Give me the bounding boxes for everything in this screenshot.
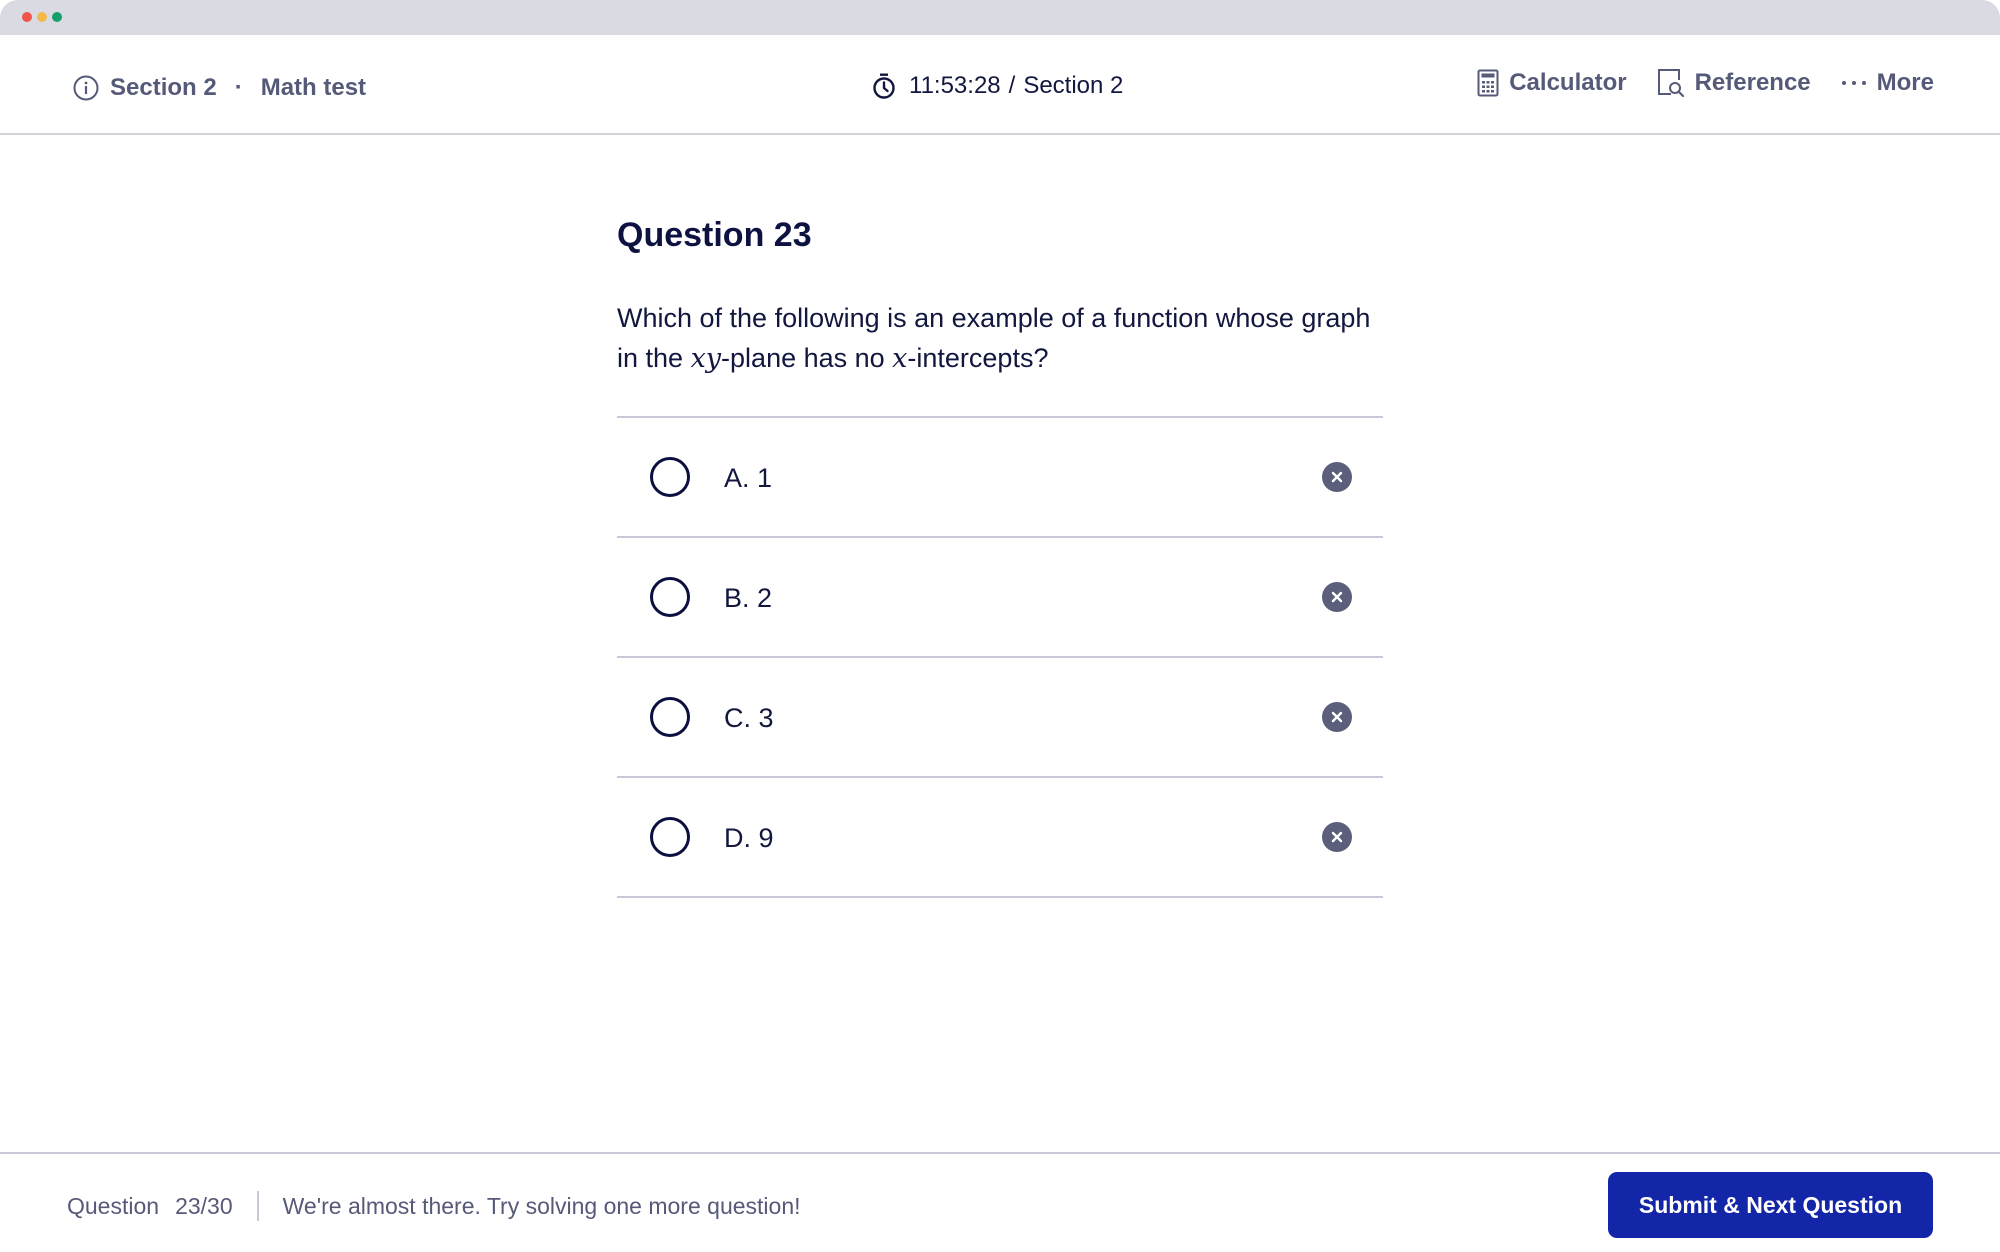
eliminate-option-button[interactable] bbox=[1322, 462, 1352, 492]
eliminate-option-button[interactable] bbox=[1322, 702, 1352, 732]
stopwatch-icon bbox=[873, 73, 895, 99]
reference-button[interactable]: Reference bbox=[1657, 68, 1811, 98]
test-name: Math test bbox=[260, 74, 367, 101]
info-icon[interactable] bbox=[72, 74, 100, 102]
answer-option-b[interactable]: B. 2 bbox=[617, 538, 1383, 658]
app-window: Section 2 · Math test 11:53:28 / Section… bbox=[0, 0, 2000, 1252]
close-icon bbox=[1331, 471, 1343, 483]
test-header: Section 2 · Math test 11:53:28 / Section… bbox=[0, 35, 2000, 135]
math-xy: xy bbox=[690, 343, 722, 374]
radio-button[interactable] bbox=[650, 457, 690, 497]
option-label: A. 1 bbox=[724, 463, 773, 493]
timer-display: 11:53:28 / Section 2 bbox=[871, 71, 1123, 101]
timer-value: 11:53:28 bbox=[909, 72, 1001, 99]
close-icon bbox=[1331, 831, 1343, 843]
option-label: C. 3 bbox=[724, 703, 774, 733]
close-icon bbox=[1331, 711, 1343, 723]
submit-next-button[interactable]: Submit & Next Question bbox=[1608, 1172, 1933, 1238]
more-label: More bbox=[1876, 69, 1934, 96]
maximize-window-button[interactable] bbox=[52, 12, 62, 22]
eliminate-option-button[interactable] bbox=[1322, 822, 1352, 852]
question-text-part3: -intercepts? bbox=[907, 343, 1049, 373]
footer-bar: Question 23/30 We're almost there. Try s… bbox=[0, 1152, 2000, 1252]
eliminate-option-button[interactable] bbox=[1322, 582, 1352, 612]
title-bar bbox=[0, 0, 2000, 35]
option-label: D. 9 bbox=[724, 823, 774, 853]
answer-option-c[interactable]: C. 3 bbox=[617, 658, 1383, 778]
toolbar: Calculator Reference More bbox=[1477, 68, 1934, 98]
radio-button[interactable] bbox=[650, 697, 690, 737]
encouragement-message: We're almost there. Try solving one more… bbox=[282, 1192, 801, 1219]
close-window-button[interactable] bbox=[22, 12, 32, 22]
radio-button[interactable] bbox=[650, 817, 690, 857]
separator-dot: · bbox=[234, 74, 243, 101]
section-label: Section 2 bbox=[110, 74, 217, 101]
section-info: Section 2 · Math test bbox=[72, 73, 366, 103]
reference-label: Reference bbox=[1694, 69, 1811, 96]
calculator-button[interactable]: Calculator bbox=[1477, 69, 1627, 97]
math-x: x bbox=[892, 343, 908, 374]
reference-icon bbox=[1657, 69, 1684, 98]
answer-option-d[interactable]: D. 9 bbox=[617, 778, 1383, 898]
more-dots-icon bbox=[1841, 81, 1866, 85]
answer-options: A. 1 B. 2 C. 3 D. 9 bbox=[617, 416, 1383, 898]
question-text: Which of the following is an example of … bbox=[617, 298, 1383, 379]
answer-option-a[interactable]: A. 1 bbox=[617, 418, 1383, 538]
close-icon bbox=[1331, 591, 1343, 603]
question-label: Question bbox=[67, 1192, 160, 1219]
timer-separator: / bbox=[1008, 72, 1016, 99]
progress-info: Question 23/30 We're almost there. Try s… bbox=[67, 1190, 801, 1222]
calculator-label: Calculator bbox=[1509, 69, 1627, 96]
question-text-part2: -plane has no bbox=[721, 343, 893, 373]
minimize-window-button[interactable] bbox=[37, 12, 47, 22]
timer-section: Section 2 bbox=[1023, 72, 1124, 99]
calculator-icon bbox=[1477, 69, 1499, 97]
question-title: Question 23 bbox=[617, 216, 812, 254]
more-button[interactable]: More bbox=[1841, 69, 1934, 97]
option-label: B. 2 bbox=[724, 583, 773, 613]
radio-button[interactable] bbox=[650, 577, 690, 617]
footer-divider bbox=[256, 1191, 259, 1221]
question-progress: 23/30 bbox=[175, 1192, 233, 1219]
